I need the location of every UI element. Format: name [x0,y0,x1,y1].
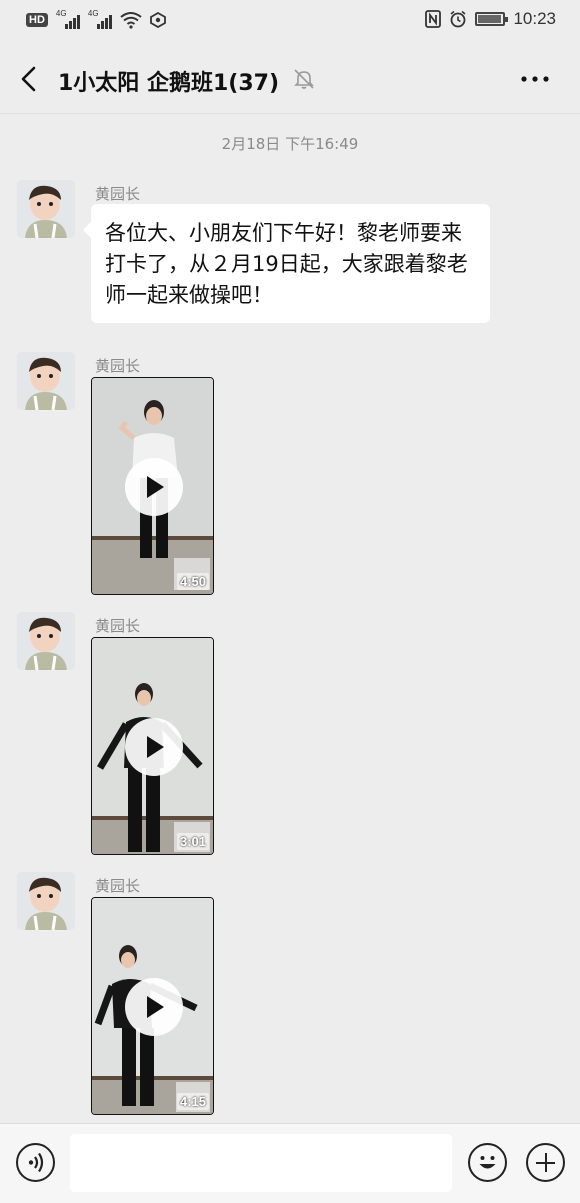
sender-name: 黄园长 [95,185,141,203]
status-bar: HD 4G 4G 10:23 [0,0,580,44]
sender-name: 黄园长 [95,617,141,635]
video-message[interactable]: 4:15 [91,897,214,1115]
sender-name: 黄园长 [95,877,141,895]
status-right: 10:23 [425,9,556,29]
hotspot-icon [149,12,166,28]
status-time: 10:23 [513,9,556,28]
bell-muted-icon [294,69,314,89]
avatar[interactable] [17,612,75,670]
signal-icon: 4G [56,9,80,29]
message-input[interactable] [70,1134,452,1192]
avatar[interactable] [17,352,75,410]
more-icon[interactable] [520,68,550,90]
video-duration: 4:50 [176,573,209,590]
input-bar [0,1123,580,1203]
chat-header: 1小太阳 企鹅班1(37) [0,44,580,114]
wifi-icon [120,12,142,29]
battery-icon [475,12,509,26]
video-duration: 3:01 [176,833,209,850]
avatar-image [17,352,75,410]
avatar-image [17,180,75,238]
avatar-image [17,872,75,930]
video-message[interactable]: 3:01 [91,637,214,855]
emoji-icon[interactable] [468,1143,507,1182]
avatar-image [17,612,75,670]
avatar[interactable] [17,180,75,238]
play-icon[interactable] [125,978,183,1036]
back-arrow-icon[interactable] [18,66,40,92]
nfc-icon [425,10,442,28]
play-icon[interactable] [125,718,183,776]
status-left: HD 4G 4G [26,9,166,29]
play-icon[interactable] [125,458,183,516]
chat-title: 1小太阳 企鹅班1(37) [58,71,279,96]
avatar[interactable] [17,872,75,930]
sender-name: 黄园长 [95,357,141,375]
voice-icon[interactable] [16,1143,55,1182]
signal-icon: 4G [88,9,112,29]
message-timestamp: 2月18日 下午16:49 [221,135,359,153]
message-bubble[interactable]: 各位大、小朋友们下午好！黎老师要来打卡了，从２月19日起，大家跟着黎老师一起来做… [83,204,490,323]
hd-icon: HD [26,13,48,27]
alarm-icon [450,10,466,28]
video-message[interactable]: 4:50 [91,377,214,595]
video-duration: 4:15 [176,1093,209,1110]
plus-icon[interactable] [526,1143,565,1182]
